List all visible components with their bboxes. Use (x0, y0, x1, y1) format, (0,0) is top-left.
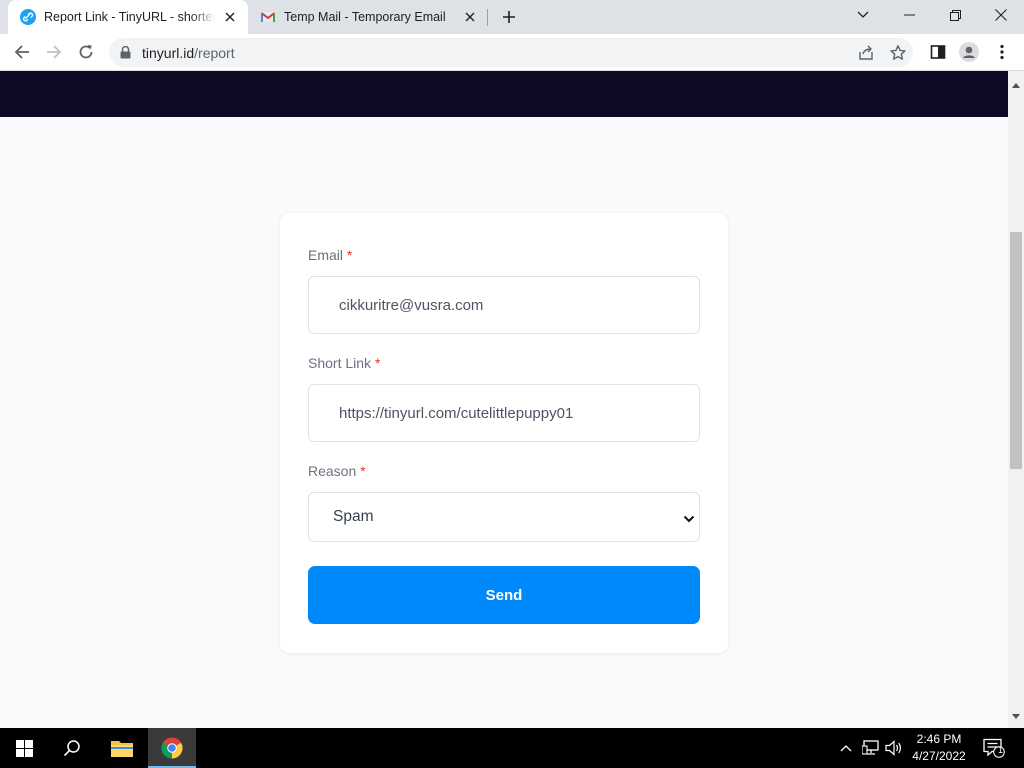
tab-title: Report Link - TinyURL - shorten t (44, 10, 216, 24)
reload-icon[interactable] (72, 38, 100, 66)
restore-icon[interactable] (932, 0, 978, 30)
browser-tab-strip: Report Link - TinyURL - shorten t Temp M… (0, 0, 1024, 34)
network-icon[interactable] (861, 738, 881, 758)
reason-label: Reason * (308, 463, 366, 479)
reason-label-text: Reason (308, 463, 357, 479)
tab-close-icon[interactable] (220, 7, 240, 27)
email-value: cikkuritre@vusra.com (339, 296, 484, 314)
send-button[interactable]: Send (308, 566, 700, 624)
required-asterisk: * (360, 463, 366, 479)
new-tab-plus-icon[interactable] (498, 6, 520, 28)
reason-selected-value: Spam (333, 508, 374, 525)
scroll-down-arrow-icon[interactable] (1012, 706, 1020, 724)
forward-arrow-icon[interactable] (40, 38, 68, 66)
url-text[interactable]: tinyurl.id/report (142, 45, 235, 61)
clock-date: 4/27/2022 (912, 749, 966, 763)
start-windows-icon[interactable] (0, 728, 48, 768)
tab-separator (487, 9, 488, 26)
side-panel-icon[interactable] (928, 42, 948, 62)
tab-close-icon[interactable] (460, 7, 480, 27)
browser-toolbar: tinyurl.id/report (0, 34, 1024, 71)
search-icon[interactable] (48, 728, 96, 768)
tab-temp-mail[interactable]: Temp Mail - Temporary Email (248, 0, 488, 34)
volume-icon[interactable] (884, 738, 904, 758)
site-header (0, 71, 1008, 117)
clock-time: 2:46 PM (916, 732, 962, 746)
action-center-icon[interactable]: 1 (982, 738, 1006, 758)
scrollbar-thumb[interactable] (1010, 232, 1022, 469)
show-hidden-icons-chevron-icon[interactable] (836, 738, 856, 758)
report-form-card: Email * cikkuritre@vusra.com Short Link … (280, 213, 728, 653)
tab-report-link[interactable]: Report Link - TinyURL - shorten t (8, 0, 248, 34)
window-close-icon[interactable] (978, 0, 1024, 30)
chrome-taskbar-icon[interactable] (148, 728, 196, 768)
gmail-favicon-icon (260, 9, 276, 25)
email-label-text: Email (308, 247, 344, 263)
scroll-up-arrow-icon[interactable] (1012, 75, 1020, 93)
page-scrollbar[interactable] (1008, 71, 1024, 728)
bookmark-star-icon[interactable] (889, 44, 907, 62)
short-link-field[interactable]: https://tinyurl.com/cutelittlepuppy01 (308, 384, 700, 442)
page-viewport: Email * cikkuritre@vusra.com Short Link … (0, 71, 1008, 728)
email-label: Email * (308, 247, 352, 263)
email-field[interactable]: cikkuritre@vusra.com (308, 276, 700, 334)
tab-title: Temp Mail - Temporary Email (284, 10, 446, 24)
lock-icon[interactable] (120, 45, 131, 64)
chevron-down-icon (683, 510, 695, 528)
back-arrow-icon[interactable] (8, 38, 36, 66)
more-menu-icon[interactable] (992, 42, 1012, 62)
short-link-label-text: Short Link (308, 355, 372, 371)
required-asterisk: * (346, 247, 353, 263)
tab-search-chevron-icon[interactable] (840, 0, 886, 30)
taskbar-clock[interactable]: 2:46 PM 4/27/2022 (906, 731, 972, 765)
short-link-label: Short Link * (308, 355, 380, 371)
windows-taskbar: 2:46 PM 4/27/2022 1 (0, 728, 1024, 768)
url-domain: tinyurl.id (142, 45, 195, 61)
short-link-value: https://tinyurl.com/cutelittlepuppy01 (339, 404, 574, 422)
tinyurl-favicon-icon (20, 9, 36, 25)
reason-select[interactable]: Spam (308, 492, 700, 542)
notification-count-badge: 1 (997, 745, 1003, 755)
required-asterisk: * (374, 355, 381, 371)
share-icon[interactable] (857, 44, 875, 62)
file-explorer-icon[interactable] (98, 728, 146, 768)
minimize-icon[interactable] (886, 0, 932, 30)
profile-avatar-icon[interactable] (959, 42, 979, 62)
address-bar[interactable]: tinyurl.id/report (109, 38, 913, 67)
url-path: /report (194, 45, 235, 61)
